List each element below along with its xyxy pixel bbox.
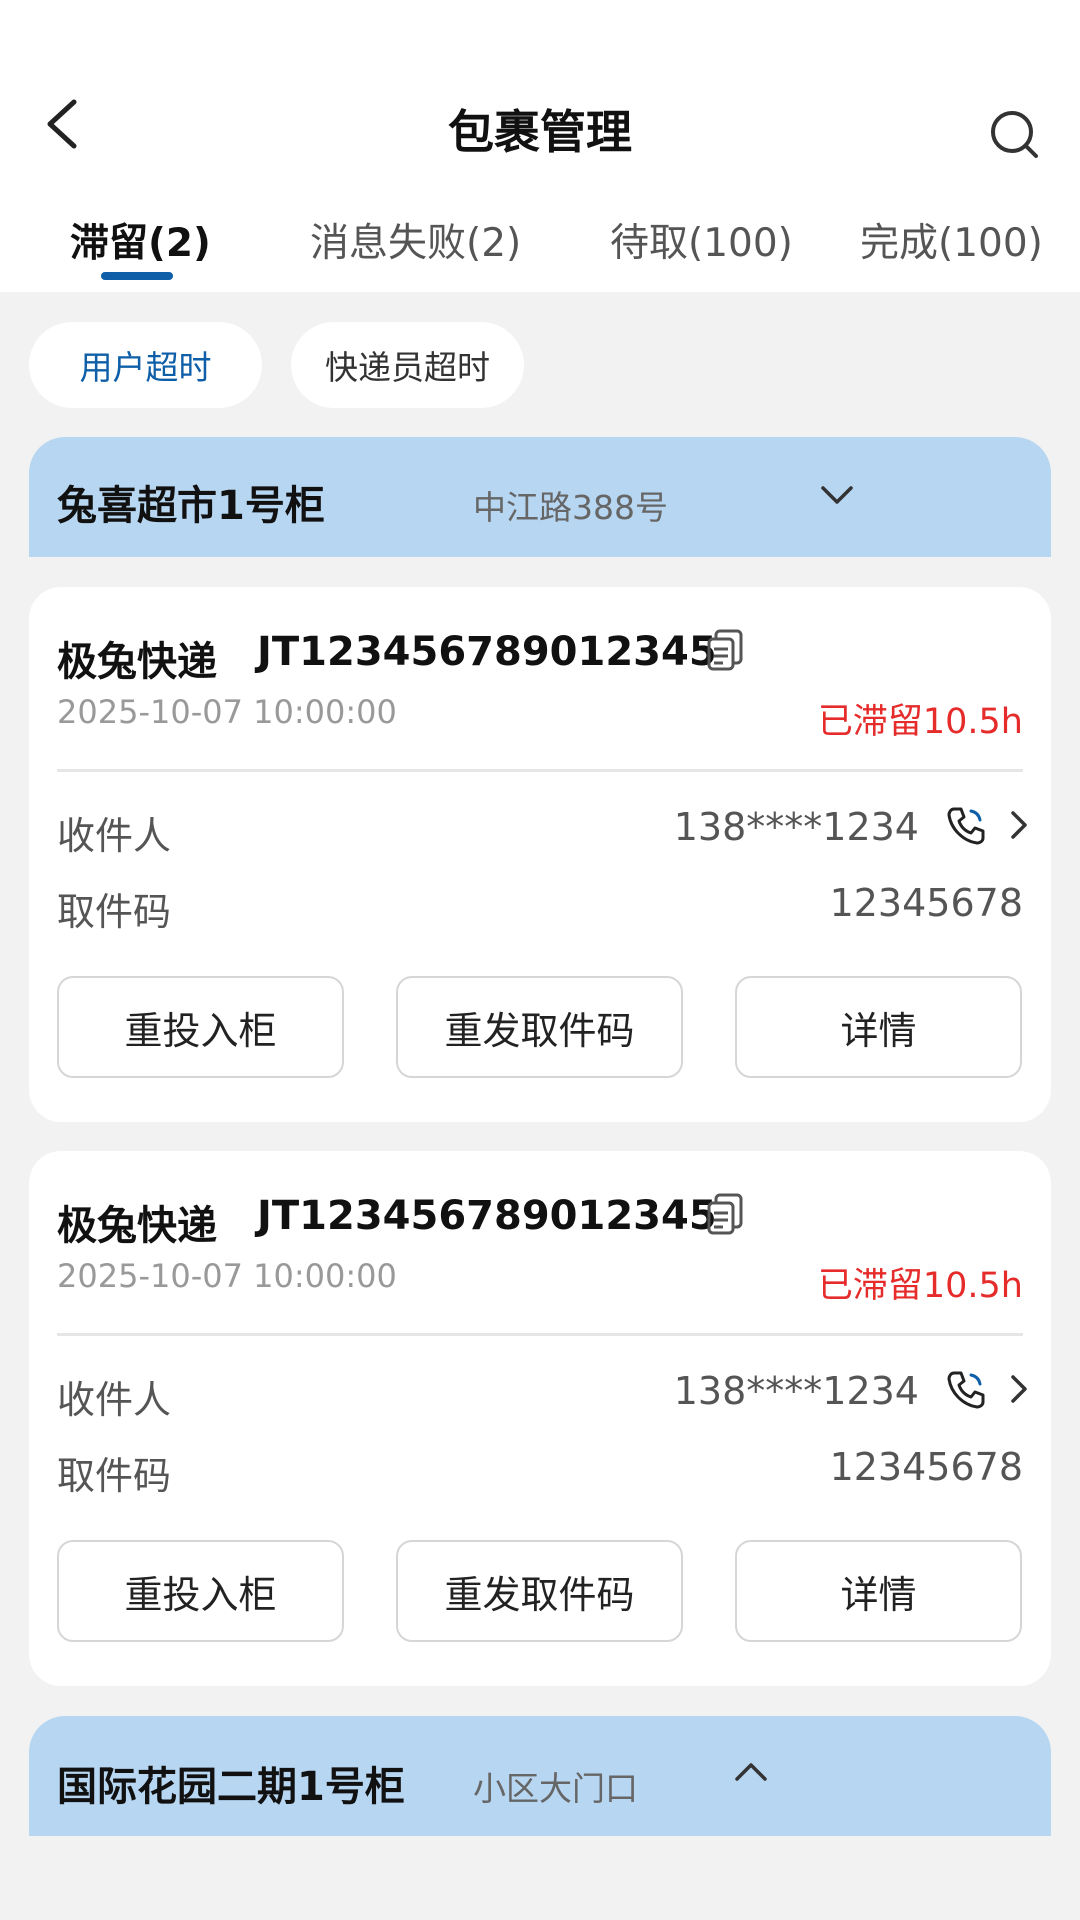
tab-stranded[interactable]: 滞留(2) [70, 212, 211, 268]
redeliver-button[interactable]: 重投入柜 [57, 976, 344, 1078]
navigation-bar: 包裹管理 [0, 70, 1080, 180]
locker-group-header[interactable]: 兔喜超市1号柜 中江路388号 [29, 437, 1051, 557]
phone-icon[interactable] [944, 1367, 988, 1411]
page-title: 包裹管理 [448, 105, 632, 159]
search-icon [991, 111, 1038, 158]
parcel-time: 2025-10-07 10:00:00 [57, 1257, 397, 1295]
recipient-label: 收件人 [57, 1378, 172, 1422]
pickup-code-value: 12345678 [829, 881, 1023, 925]
courier-company: 极兔快递 [57, 1203, 217, 1249]
divider [57, 1333, 1023, 1336]
parcel-time: 2025-10-07 10:00:00 [57, 693, 397, 731]
tab-completed[interactable]: 完成(100) [860, 212, 1043, 268]
locker-address: 小区大门口 [473, 1769, 638, 1808]
redeliver-button[interactable]: 重投入柜 [57, 1540, 344, 1642]
recipient-phone: 138****1234 [673, 805, 919, 849]
stay-duration: 已滞留10.5h [817, 1266, 1023, 1306]
recipient-label: 收件人 [57, 814, 172, 858]
locker-group-header[interactable]: 国际花园二期1号柜 小区大门口 [29, 1716, 1051, 1836]
locker-address: 中江路388号 [473, 488, 668, 527]
resend-code-button[interactable]: 重发取件码 [396, 1540, 683, 1642]
chevron-right-icon[interactable] [1001, 1369, 1037, 1409]
locker-name: 国际花园二期1号柜 [57, 1764, 405, 1810]
status-tabs: 滞留(2) 消息失败(2) 待取(100) 完成(100) [0, 212, 1080, 292]
copy-icon[interactable] [703, 629, 747, 673]
pickup-code-label: 取件码 [57, 890, 172, 934]
tab-message-failed[interactable]: 消息失败(2) [310, 212, 521, 268]
tab-pending-pickup[interactable]: 待取(100) [610, 212, 793, 268]
filter-courier-timeout[interactable]: 快递员超时 [291, 322, 524, 408]
phone-icon[interactable] [944, 803, 988, 847]
tracking-number: JT123456789012345 [257, 1193, 717, 1239]
chevron-right-icon[interactable] [1001, 805, 1037, 845]
details-button[interactable]: 详情 [735, 976, 1022, 1078]
stay-duration: 已滞留10.5h [817, 702, 1023, 742]
parcel-card: 极兔快递 JT123456789012345 2025-10-07 10:00:… [29, 1151, 1051, 1686]
chevron-down-icon[interactable] [815, 473, 859, 517]
divider [57, 769, 1023, 772]
resend-code-button[interactable]: 重发取件码 [396, 976, 683, 1078]
filter-user-timeout[interactable]: 用户超时 [29, 322, 262, 408]
details-button[interactable]: 详情 [735, 1540, 1022, 1642]
locker-name: 兔喜超市1号柜 [57, 483, 325, 529]
tracking-number: JT123456789012345 [257, 629, 717, 675]
copy-icon[interactable] [703, 1193, 747, 1237]
pickup-code-value: 12345678 [829, 1445, 1023, 1489]
recipient-phone: 138****1234 [673, 1369, 919, 1413]
top-bar: 包裹管理 滞留(2) 消息失败(2) 待取(100) 完成(100) [0, 0, 1080, 292]
courier-company: 极兔快递 [57, 639, 217, 685]
pickup-code-label: 取件码 [57, 1454, 172, 1498]
search-button[interactable] [984, 104, 1044, 164]
chevron-up-icon[interactable] [729, 1750, 773, 1794]
active-tab-indicator [101, 272, 173, 280]
parcel-card: 极兔快递 JT123456789012345 2025-10-07 10:00:… [29, 587, 1051, 1122]
